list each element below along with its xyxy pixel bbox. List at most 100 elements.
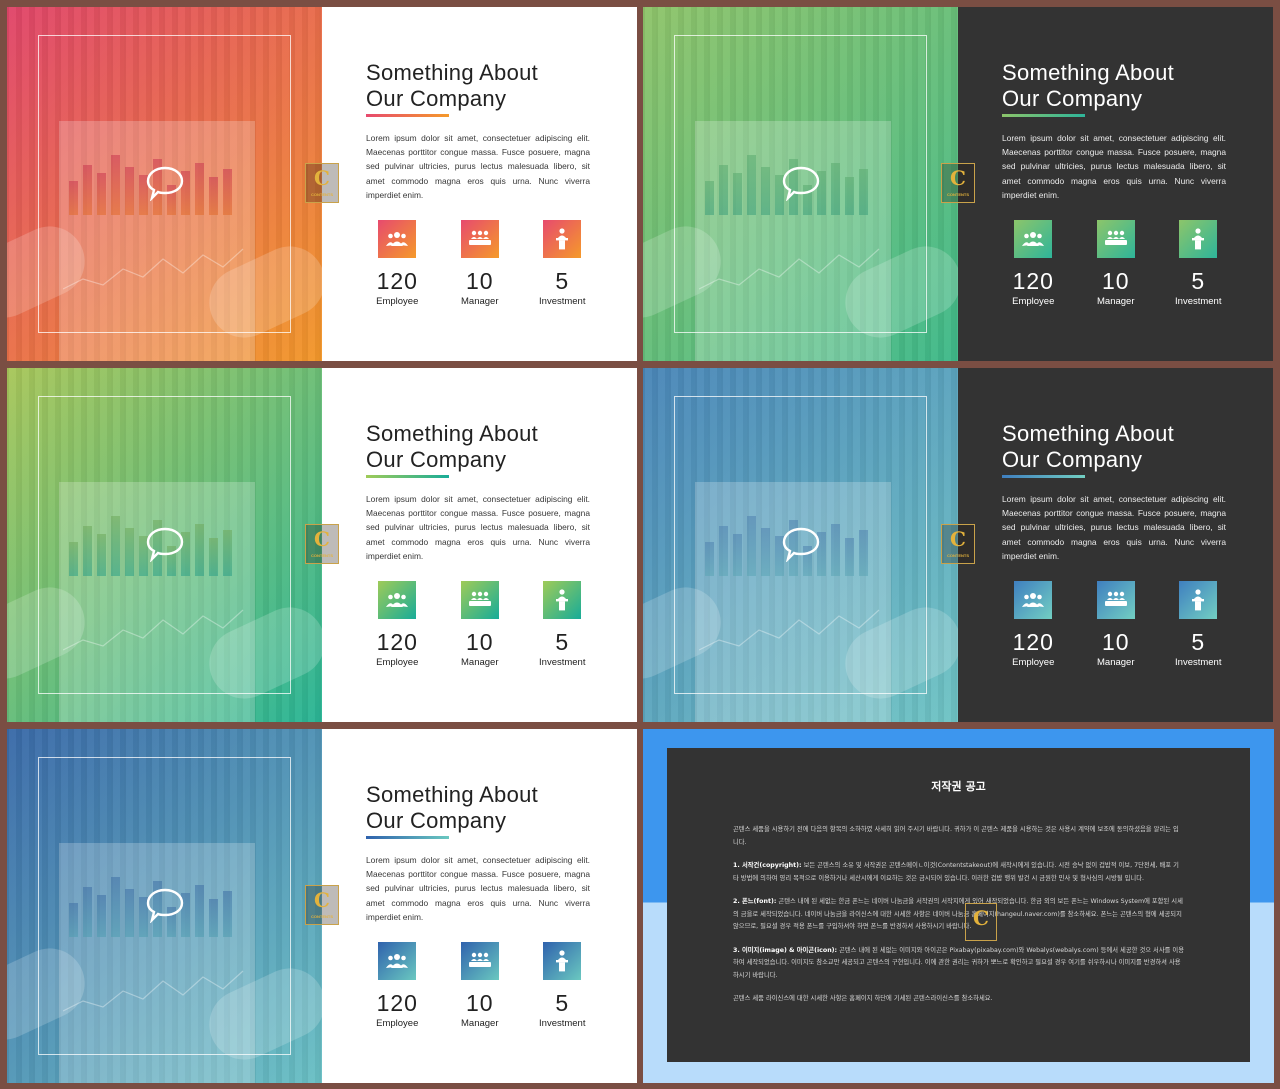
body-text: Lorem ipsum dolor sit amet, consectetuer…: [366, 494, 590, 561]
slide-title: Something About Our Company: [366, 421, 637, 473]
notice-item-image: 3. 이미지(image) & 아이곤(icon): 곤텐스 내에 된 세없는 …: [733, 945, 1184, 983]
stat-value: 5: [555, 990, 570, 1017]
people-icon: [378, 942, 417, 981]
background-photo: [643, 7, 958, 361]
stat-value: 120: [376, 990, 418, 1017]
title-line-1: Something About: [366, 60, 539, 85]
notice-item-copyright: 1. 서작건(copyright): 보든 곤텐스의 소유 및 서작권은 곤텐스…: [733, 860, 1184, 885]
stat-value: 10: [465, 990, 494, 1017]
photo-frame: [38, 396, 291, 694]
brand-badge-logo: C CONTENTS: [305, 524, 339, 564]
notice-item-font-text: 곤텐스 내에 된 세없는 한금 폰느는 네이버 나눔금을 서작권의 서작지에게 …: [733, 898, 1183, 930]
title-line-1: Something About: [1002, 421, 1175, 446]
stat-label: Investment: [1175, 657, 1222, 669]
title-underline: [366, 836, 449, 839]
title-line-2: Our Company: [1002, 86, 1143, 111]
stat-label: Manager: [461, 657, 499, 669]
body-text: Lorem ipsum dolor sit amet, consectetuer…: [366, 133, 590, 200]
stat-value: 5: [1191, 268, 1206, 295]
slide-title: Something About Our Company: [366, 60, 637, 112]
about-company-slide: C CONTENTS Something About Our Company Lo…: [7, 729, 637, 1083]
stat-value: 5: [1191, 629, 1206, 656]
stat-label: Manager: [1097, 657, 1135, 669]
notice-item-image-head: 3. 이미지(image) & 아이곤(icon):: [733, 946, 838, 954]
stats-row: 120 Employee 10 Manager 5 Investment: [356, 942, 637, 1029]
notice-item-copyright-head: 1. 서작건(copyright):: [733, 862, 802, 869]
stat-value: 10: [1101, 629, 1130, 656]
podium-icon: [543, 942, 582, 981]
stat-item: 120 Employee: [992, 220, 1075, 307]
stat-label: Manager: [1097, 296, 1135, 308]
photo-frame: [674, 396, 927, 694]
people-icon: [378, 220, 417, 259]
stat-value: 120: [376, 268, 418, 295]
stat-item: 10 Manager: [1075, 581, 1158, 668]
stat-value: 120: [1012, 629, 1054, 656]
background-photo: [643, 368, 958, 722]
stat-value: 5: [555, 268, 570, 295]
stat-value: 10: [465, 268, 494, 295]
notice-panel: 저작권 공고 곤텐스 세품을 시용하기 전에 다음의 항목의 소하하였 사세히 …: [667, 748, 1250, 1062]
notice-item-font: 2. 폰느(font): 곤텐스 내에 된 세없는 한금 폰느는 네이버 나눔금…: [733, 896, 1184, 934]
stat-value: 10: [465, 629, 494, 656]
stat-item: 5 Investment: [521, 581, 604, 668]
about-company-slide: C CONTENTS Something About Our Company Lo…: [643, 368, 1273, 722]
title-underline: [366, 114, 449, 117]
stat-label: Employee: [376, 657, 419, 669]
content-panel: Something About Our Company Lorem ipsum …: [958, 7, 1273, 361]
about-company-slide: C CONTENTS Something About Our Company Lo…: [7, 368, 637, 722]
title-line-2: Our Company: [1002, 447, 1143, 472]
notice-title: 저작권 공고: [931, 780, 986, 793]
stat-item: 5 Investment: [1157, 581, 1240, 668]
stat-label: Manager: [461, 296, 499, 308]
stat-value: 120: [1012, 268, 1054, 295]
stat-item: 5 Investment: [521, 220, 604, 307]
photo-frame: [38, 757, 291, 1055]
meeting-icon: [460, 220, 499, 259]
copyright-notice-slide: 저작권 공고 곤텐스 세품을 시용하기 전에 다음의 항목의 소하하였 사세히 …: [643, 729, 1274, 1083]
stat-label: Investment: [539, 657, 586, 669]
background-photo: [7, 7, 322, 361]
stat-item: 5 Investment: [521, 942, 604, 1029]
about-company-slide: C CONTENTS Something About Our Company Lo…: [643, 7, 1273, 361]
title-line-2: Our Company: [366, 86, 507, 111]
background-photo: [7, 729, 322, 1083]
stats-row: 120 Employee 10 Manager 5 Investment: [356, 220, 637, 307]
notice-item-font-head: 2. 폰느(font):: [733, 898, 777, 905]
slide-title: Something About Our Company: [1002, 60, 1273, 112]
meeting-icon: [1096, 581, 1135, 620]
photo-frame: [674, 35, 927, 333]
stat-value: 120: [376, 629, 418, 656]
stat-value: 10: [1101, 268, 1130, 295]
background-photo: [7, 368, 322, 722]
content-panel: Something About Our Company Lorem ipsum …: [322, 729, 637, 1083]
stat-item: 10 Manager: [1075, 220, 1158, 307]
stat-label: Employee: [376, 296, 419, 308]
podium-icon: [1179, 220, 1218, 259]
stat-item: 120 Employee: [356, 581, 439, 668]
title-line-2: Our Company: [366, 808, 507, 833]
stat-item: 5 Investment: [1157, 220, 1240, 307]
stats-row: 120 Employee 10 Manager 5 Investment: [356, 581, 637, 668]
stat-item: 10 Manager: [439, 942, 522, 1029]
body-text: Lorem ipsum dolor sit amet, consectetuer…: [366, 855, 590, 922]
podium-icon: [543, 220, 582, 259]
title-line-1: Something About: [366, 421, 539, 446]
stats-row: 120 Employee 10 Manager 5 Investment: [992, 581, 1273, 668]
meeting-icon: [1096, 220, 1135, 259]
people-icon: [1014, 220, 1053, 259]
stat-value: 5: [555, 629, 570, 656]
about-company-slide: C CONTENTS Something About Our Company Lo…: [7, 7, 637, 361]
content-panel: Something About Our Company Lorem ipsum …: [958, 368, 1273, 722]
title-line-2: Our Company: [366, 447, 507, 472]
title-underline: [1002, 475, 1085, 478]
brand-badge-logo: C CONTENTS: [941, 163, 975, 203]
stat-label: Manager: [461, 1018, 499, 1030]
stat-label: Investment: [539, 1018, 586, 1030]
stat-label: Investment: [539, 296, 586, 308]
stat-item: 120 Employee: [992, 581, 1075, 668]
brand-badge-logo: C CONTENTS: [305, 163, 339, 203]
title-line-1: Something About: [366, 782, 539, 807]
title-underline: [366, 475, 449, 478]
body-text: Lorem ipsum dolor sit amet, consectetuer…: [1002, 494, 1226, 561]
